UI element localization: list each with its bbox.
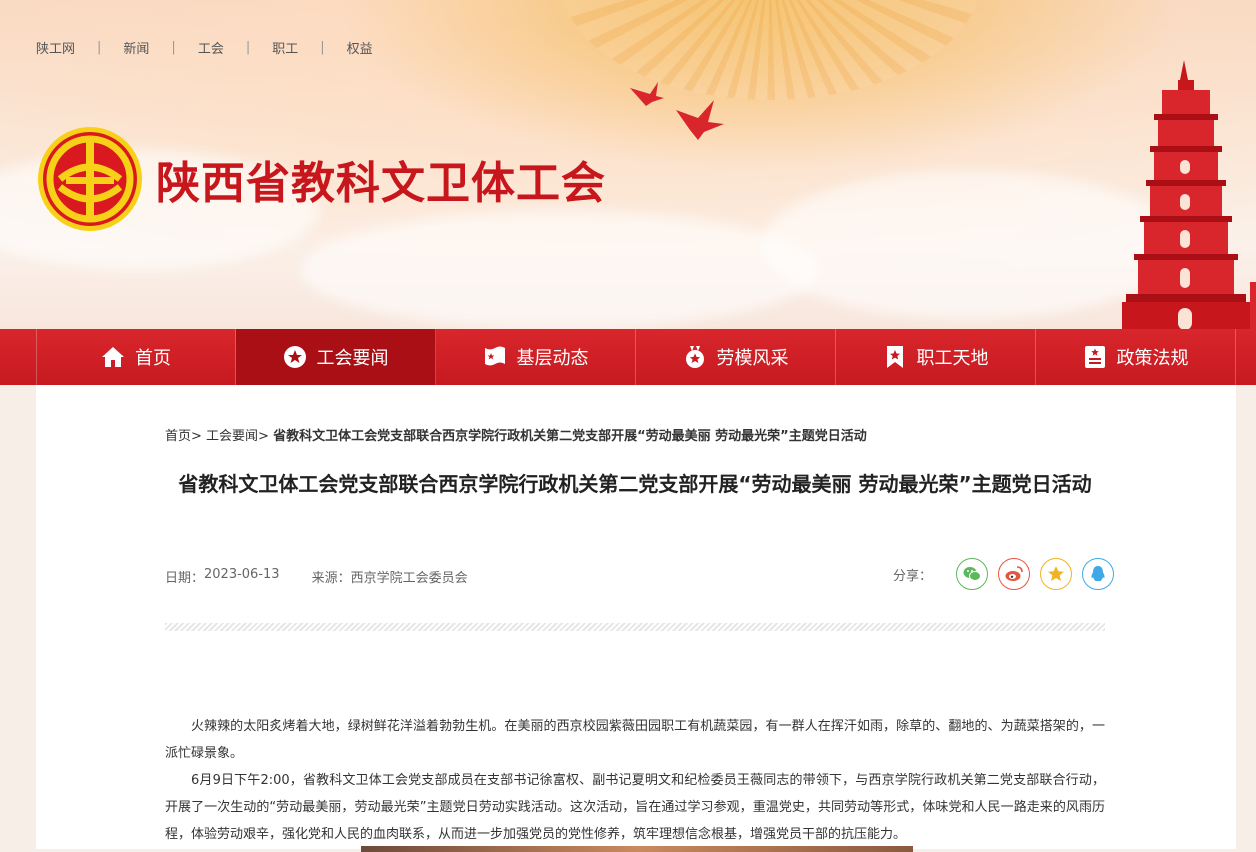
qzone-icon [1048,566,1065,581]
nav-item-policies[interactable]: 政策法规 [1036,329,1236,385]
share-wechat-button[interactable] [956,558,989,590]
top-nav-separator: | [171,40,176,55]
top-nav: 陕工网 | 新闻 | 工会 | 职工 | 权益 [36,38,373,57]
nav-item-label: 职工天地 [916,348,989,369]
nav-item-grassroots[interactable]: 基层动态 [436,329,636,385]
meta-divider [165,623,1105,631]
nav-item-label: 基层动态 [516,348,589,369]
breadcrumb: 首页> 工会要闻> 省教科文卫体工会党支部联合西京学院行政机关第二党支部开展“劳… [165,425,867,444]
source-label: 来源： [311,571,351,586]
share-label: 分享： [893,568,933,584]
nav-item-workers-world[interactable]: 职工天地 [836,329,1036,385]
top-nav-item[interactable]: 新闻 [123,38,149,57]
article-date: 2023-06-13 [204,567,280,582]
qq-icon [1091,566,1105,581]
nav-item-label: 首页 [135,348,171,369]
article-paragraph: 火辣辣的太阳炙烤着大地，绿树鲜花洋溢着勃勃生机。在美丽的西京校园紫薇田园职工有机… [165,719,1105,761]
breadcrumb-section-link[interactable]: 工会要闻> [206,429,269,444]
article-container: 首页> 工会要闻> 省教科文卫体工会党支部联合西京学院行政机关第二党支部开展“劳… [36,385,1236,852]
union-logo-icon [38,127,142,231]
nav-item-label: 工会要闻 [316,348,389,369]
share-qq-button[interactable] [1082,558,1115,590]
article-body: 火辣辣的太阳炙烤着大地，绿树鲜花洋溢着勃勃生机。在美丽的西京校园紫薇田园职工有机… [165,713,1105,848]
article-meta: 日期： 2023-06-13 来源： 西京学院工会委员会 [165,567,468,586]
top-nav-item[interactable]: 职工 [272,38,298,57]
share-weibo-button[interactable] [998,558,1031,590]
article-paragraph: 6月9日下午2:00，省教科文卫体工会党支部成员在支部书记徐富权、副书记夏明文和… [165,773,1105,842]
site-title: 陕西省教科文卫体工会 [156,158,606,209]
pagoda-decoration-icon [1122,60,1256,329]
breadcrumb-current: 省教科文卫体工会党支部联合西京学院行政机关第二党支部开展“劳动最美丽 劳动最光荣… [273,429,867,444]
nav-item-label: 劳模风采 [716,348,789,369]
top-nav-item[interactable]: 陕工网 [36,38,75,57]
site-banner: 陕工网 | 新闻 | 工会 | 职工 | 权益 陕西省教科文卫体工会 [0,0,1256,329]
banner-sunburst [560,0,980,100]
wechat-icon [963,567,982,581]
medal-icon [685,346,704,368]
flag-icon [484,346,505,366]
breadcrumb-home-link[interactable]: 首页> [165,429,202,444]
home-icon [102,347,124,367]
share-qzone-button[interactable] [1040,558,1073,590]
date-label: 日期： [165,571,205,586]
weibo-icon [1005,566,1023,581]
article-photo [361,846,913,852]
article-title: 省教科文卫体工会党支部联合西京学院行政机关第二党支部开展“劳动最美丽 劳动最光荣… [178,472,1092,496]
top-nav-item[interactable]: 工会 [198,38,224,57]
doves-decoration-icon [630,82,724,140]
article-source: 西京学院工会委员会 [350,571,468,586]
top-nav-separator: | [97,40,102,55]
bookmark-icon [886,346,903,368]
main-nav: 首页 工会要闻 基层动态 劳模风采 职工天地 政策法规 [0,329,1256,385]
share-bar: 分享： [893,558,1115,590]
top-nav-separator: | [320,40,325,55]
nav-item-label: 政策法规 [1116,348,1189,369]
document-icon [1084,346,1105,368]
nav-item-home[interactable]: 首页 [36,329,236,385]
top-nav-separator: | [245,40,251,55]
nav-item-model-workers[interactable]: 劳模风采 [636,329,836,385]
nav-item-union-news[interactable]: 工会要闻 [236,329,436,385]
site-logo-link[interactable]: 陕西省教科文卫体工会 [36,125,606,233]
star-icon [283,346,306,368]
top-nav-item[interactable]: 权益 [347,38,373,57]
